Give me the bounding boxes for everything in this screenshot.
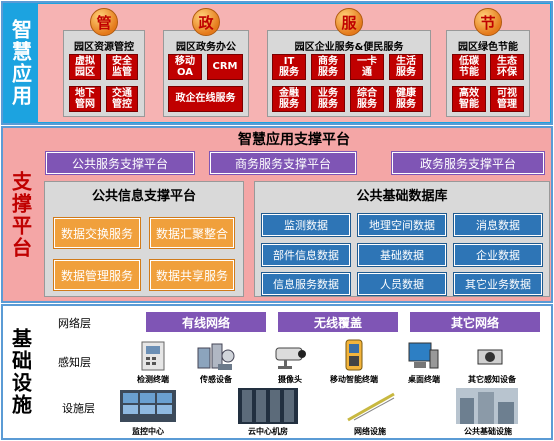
app-health-service[interactable]: 健康服务 [389, 86, 423, 112]
facility-monitoring-center: 监控中心 [132, 427, 164, 436]
sensing-camera: 摄像头 [278, 375, 302, 384]
info-platform-title: 公共信息支撑平台 [91, 189, 196, 204]
app-business-service[interactable]: 商务服务 [311, 54, 345, 80]
category-guan-icon: 管 [90, 8, 118, 36]
network-wired[interactable]: 有线网络 [146, 312, 266, 332]
service-government[interactable]: 政务服务支撑平台 [392, 152, 544, 174]
facility-cloud-center: 云中心机房 [248, 427, 288, 436]
db-other-business[interactable]: 其它业务数据 [454, 273, 542, 295]
sensing-detection-terminal: 检测终端 [137, 375, 169, 384]
app-visual-management[interactable]: 可视管理 [490, 86, 524, 112]
monitoring-center-icon [120, 390, 176, 422]
db-base[interactable]: 基础数据 [358, 244, 446, 266]
db-personnel[interactable]: 人员数据 [358, 273, 446, 295]
info-data-management[interactable]: 数据管理服务 [54, 260, 140, 290]
service-commerce[interactable]: 商务服务支撑平台 [210, 152, 356, 174]
info-data-aggregation[interactable]: 数据汇聚整合 [150, 218, 234, 248]
app-integrated-service[interactable]: 综合服务 [350, 86, 384, 112]
smart-apps-side-label: 智慧应用 [8, 19, 33, 107]
app-life-service[interactable]: 生活服务 [389, 54, 423, 80]
app-finance-service[interactable]: 金融服务 [272, 86, 306, 112]
network-facility-icon [347, 392, 395, 422]
app-low-carbon[interactable]: 低碳节能 [452, 54, 486, 80]
app-eco-protection[interactable]: 生态环保 [490, 54, 524, 80]
service-public[interactable]: 公共服务支撑平台 [46, 152, 194, 174]
camera-icon [275, 347, 306, 369]
app-efficient-smart[interactable]: 高效智能 [452, 86, 486, 112]
sensor-device-icon [197, 343, 235, 370]
other-sensing-device-icon [477, 349, 503, 365]
detection-terminal-icon [141, 341, 165, 371]
app-one-card[interactable]: 一卡通 [350, 54, 384, 80]
facility-network: 网络设施 [354, 427, 386, 436]
network-wireless[interactable]: 无线覆盖 [278, 312, 398, 332]
db-enterprise[interactable]: 企业数据 [454, 244, 542, 266]
db-monitoring[interactable]: 监测数据 [262, 214, 350, 236]
app-traffic-control[interactable]: 交通管控 [106, 86, 138, 112]
app-underground-pipe[interactable]: 地下管网 [69, 86, 101, 112]
sensing-desktop-terminal: 桌面终端 [408, 375, 440, 384]
network-layer-label: 网络层 [58, 317, 91, 330]
app-safety-supervision[interactable]: 安全监管 [106, 54, 138, 80]
app-online-service[interactable]: 政企在线服务 [168, 86, 243, 112]
support-title: 智慧应用支撑平台 [238, 132, 350, 148]
mobile-terminal-icon [345, 339, 363, 371]
cloud-data-center-icon [238, 388, 298, 424]
public-infrastructure-icon [456, 388, 518, 424]
info-data-sharing[interactable]: 数据共享服务 [150, 260, 234, 290]
category-zheng-icon: 政 [192, 8, 220, 36]
app-virtual-park[interactable]: 虚拟园区 [69, 54, 101, 80]
facility-public-infrastructure: 公共基础设施 [464, 427, 512, 436]
group-title: 园区政务办公 [176, 42, 236, 53]
app-mobile-oa[interactable]: 移动OA [168, 54, 202, 80]
sensing-sensor-device: 传感设备 [200, 375, 232, 384]
app-operations-service[interactable]: 业务服务 [311, 86, 345, 112]
db-geospatial[interactable]: 地理空间数据 [358, 214, 446, 236]
infra-side-label: 基础设施 [8, 328, 33, 416]
db-message[interactable]: 消息数据 [454, 214, 542, 236]
desktop-terminal-icon [408, 342, 439, 369]
app-it-service[interactable]: IT服务 [272, 54, 306, 80]
db-info-service[interactable]: 信息服务数据 [262, 273, 350, 295]
app-crm[interactable]: CRM [207, 54, 243, 80]
info-data-exchange[interactable]: 数据交换服务 [54, 218, 140, 248]
network-other[interactable]: 其它网络 [410, 312, 540, 332]
db-component-info[interactable]: 部件信息数据 [262, 244, 350, 266]
group-title: 园区资源管控 [74, 42, 134, 53]
database-title: 公共基础数据库 [356, 189, 448, 204]
sensing-mobile-terminal: 移动智能终端 [330, 375, 378, 384]
facility-layer-label: 设施层 [62, 402, 95, 415]
support-side-label: 支撑平台 [8, 170, 33, 259]
group-title: 园区企业服务&便民服务 [294, 42, 404, 53]
sensing-other-device: 其它感知设备 [468, 375, 516, 384]
group-title: 园区绿色节能 [458, 42, 518, 53]
category-fu-icon: 服 [335, 8, 363, 36]
category-jie-icon: 节 [474, 8, 502, 36]
sensing-layer-label: 感知层 [58, 356, 91, 369]
